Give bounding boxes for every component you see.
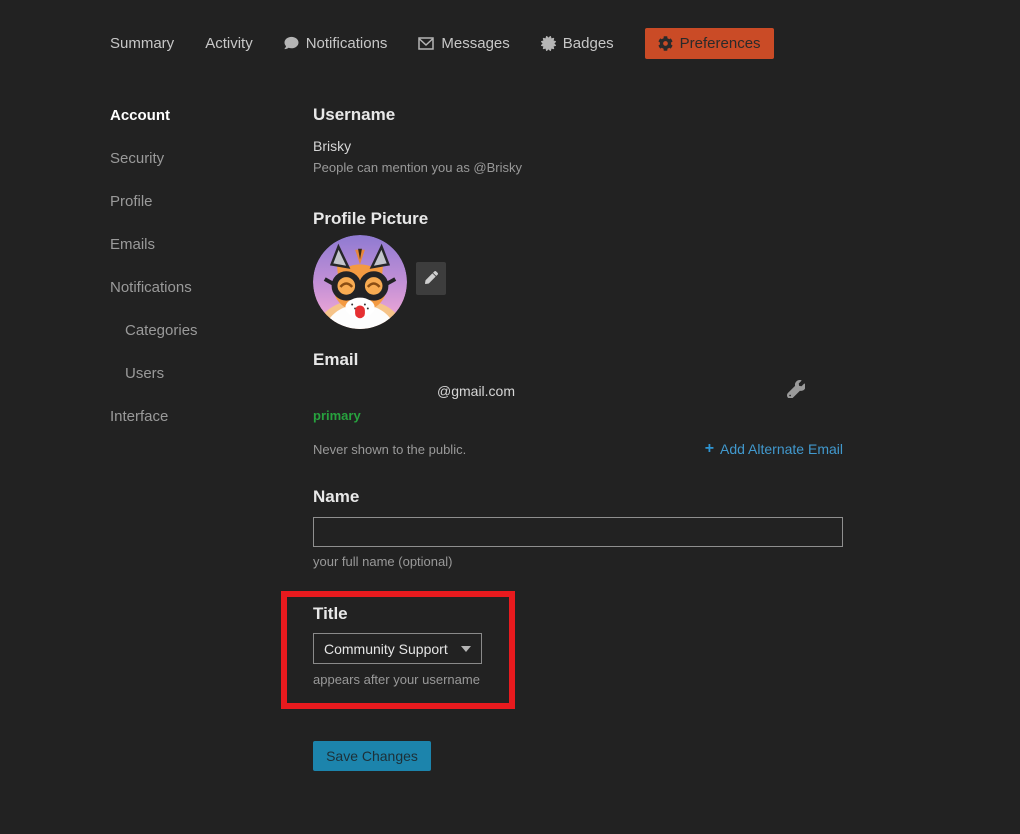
tab-label: Preferences: [680, 35, 761, 52]
add-alternate-email-label: Add Alternate Email: [720, 441, 843, 457]
email-value: @gmail.com: [313, 383, 515, 399]
full-name-input[interactable]: [313, 517, 843, 547]
gear-icon: [658, 36, 673, 51]
username-hint: People can mention you as @Brisky: [313, 160, 843, 175]
wrench-icon: [787, 380, 805, 401]
email-section: Email @gmail.com primary Never shown to …: [313, 350, 843, 458]
tab-messages[interactable]: Messages: [418, 35, 509, 52]
avatar: [313, 235, 407, 329]
chevron-down-icon: [461, 646, 471, 652]
sidebar-item-categories[interactable]: Categories: [110, 321, 198, 341]
tab-preferences[interactable]: Preferences: [645, 28, 774, 59]
user-nav: Summary Activity Notifications Messages …: [110, 26, 774, 60]
title-hint: appears after your username: [313, 672, 843, 687]
tab-summary[interactable]: Summary: [110, 35, 174, 52]
title-select-value: Community Support: [324, 641, 448, 657]
sidebar-item-interface[interactable]: Interface: [110, 407, 198, 427]
tab-label: Badges: [563, 35, 614, 52]
sidebar-item-users[interactable]: Users: [110, 364, 198, 384]
tab-label: Activity: [205, 35, 253, 52]
profile-picture-section: Profile Picture: [313, 209, 843, 329]
name-hint: your full name (optional): [313, 554, 843, 569]
pencil-icon: [425, 271, 438, 287]
badge-icon: [541, 36, 556, 51]
title-heading: Title: [313, 604, 843, 624]
email-primary-badge: primary: [313, 408, 843, 423]
edit-avatar-button[interactable]: [416, 262, 446, 295]
name-section: Name your full name (optional): [313, 487, 843, 569]
title-section: Title Community Support appears after yo…: [313, 604, 843, 687]
sidebar-item-security[interactable]: Security: [110, 149, 198, 169]
sidebar-item-emails[interactable]: Emails: [110, 235, 198, 255]
sidebar-item-notifications[interactable]: Notifications: [110, 278, 198, 298]
add-alternate-email-link[interactable]: + Add Alternate Email: [705, 440, 843, 458]
envelope-icon: [418, 37, 434, 50]
tab-badges[interactable]: Badges: [541, 35, 614, 52]
email-heading: Email: [313, 350, 843, 370]
username-heading: Username: [313, 105, 843, 125]
username-section: Username Brisky People can mention you a…: [313, 105, 843, 175]
tab-label: Messages: [441, 35, 509, 52]
profile-picture-heading: Profile Picture: [313, 209, 843, 229]
title-select[interactable]: Community Support: [313, 633, 482, 664]
name-heading: Name: [313, 487, 843, 507]
email-hint: Never shown to the public.: [313, 442, 466, 457]
sidebar-item-account[interactable]: Account: [110, 106, 198, 126]
sidebar-item-profile[interactable]: Profile: [110, 192, 198, 212]
tab-activity[interactable]: Activity: [205, 35, 253, 52]
preferences-sidebar: Account Security Profile Emails Notifica…: [110, 106, 198, 450]
username-value: Brisky: [313, 138, 843, 154]
comment-icon: [284, 36, 299, 50]
email-settings-button[interactable]: [787, 380, 805, 401]
save-changes-button[interactable]: Save Changes: [313, 741, 431, 771]
plus-icon: +: [705, 440, 714, 458]
tab-label: Summary: [110, 35, 174, 52]
preferences-page: Summary Activity Notifications Messages …: [0, 0, 1020, 834]
tab-notifications[interactable]: Notifications: [284, 35, 388, 52]
tab-label: Notifications: [306, 35, 388, 52]
